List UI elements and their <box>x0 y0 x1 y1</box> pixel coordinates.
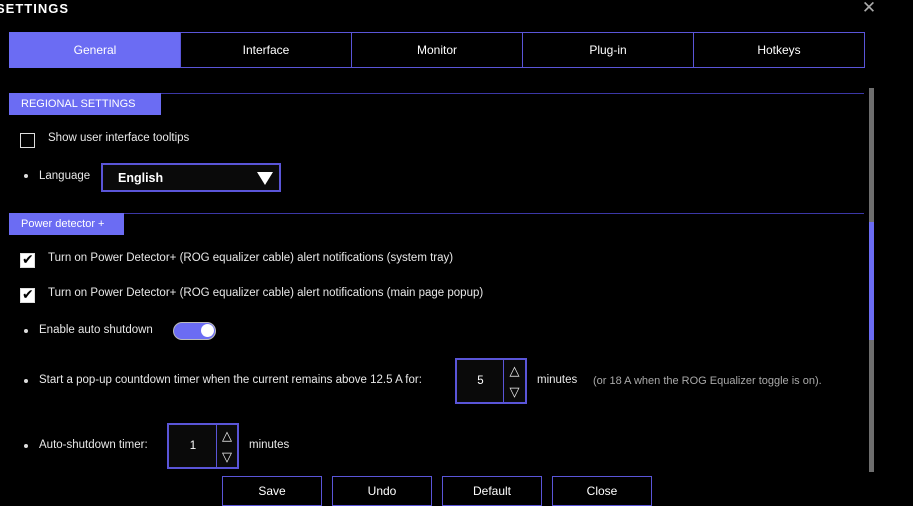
language-select-value: English <box>118 171 164 185</box>
tab-interface[interactable]: Interface <box>180 32 352 68</box>
countdown-value: 5 <box>477 375 484 387</box>
bullet <box>24 174 28 178</box>
section-header-power: Power detector + <box>9 213 124 235</box>
tab-plug-in[interactable]: Plug-in <box>522 32 694 68</box>
tooltips-label: Show user interface tooltips <box>48 132 190 144</box>
countdown-note: (or 18 A when the ROG Equalizer toggle i… <box>593 375 822 387</box>
close-icon[interactable]: ✕ <box>860 0 878 17</box>
countdown-stepper[interactable]: 5 △ ▽ <box>455 358 527 404</box>
dropdown-arrow-icon <box>257 172 273 185</box>
stepper-buttons: △ ▽ <box>503 360 525 402</box>
decrement-arrow-icon[interactable]: ▽ <box>504 381 525 402</box>
section-header-regional: REGIONAL SETTINGS <box>9 93 161 115</box>
bullet <box>24 379 28 383</box>
auto-shutdown-toggle[interactable] <box>173 322 216 340</box>
shutdown-timer-value: 1 <box>189 440 197 452</box>
notify-popup-checkbox[interactable]: ✔ <box>20 286 35 303</box>
scrollbar-thumb[interactable] <box>869 222 874 340</box>
shutdown-timer-label: Auto-shutdown timer: <box>39 439 148 451</box>
increment-arrow-icon[interactable]: △ <box>217 425 237 446</box>
auto-shutdown-label: Enable auto shutdown <box>39 324 153 336</box>
shutdown-timer-stepper[interactable]: 1 △ ▽ <box>167 423 239 469</box>
language-label: Language <box>39 170 91 182</box>
notify-tray-label: Turn on Power Detector+ (ROG equalizer c… <box>48 252 454 264</box>
window-title: SETTINGS <box>0 1 70 16</box>
checkmark-icon: ✔ <box>22 251 34 267</box>
notify-popup-label: Turn on Power Detector+ (ROG equalizer c… <box>48 287 484 299</box>
tooltips-checkbox[interactable] <box>20 133 35 148</box>
stepper-buttons: △ ▽ <box>216 425 237 467</box>
section-divider <box>9 213 864 214</box>
checkmark-icon: ✔ <box>22 286 34 302</box>
bullet <box>24 444 28 448</box>
decrement-arrow-icon[interactable]: ▽ <box>217 446 237 467</box>
language-select[interactable]: English <box>101 163 281 192</box>
toggle-knob <box>201 324 214 337</box>
tab-general[interactable]: General <box>9 32 181 68</box>
shutdown-timer-unit: minutes <box>249 439 290 451</box>
increment-arrow-icon[interactable]: △ <box>504 360 525 381</box>
tab-hotkeys[interactable]: Hotkeys <box>693 32 865 68</box>
countdown-label: Start a pop-up countdown timer when the … <box>39 374 422 386</box>
notify-tray-checkbox[interactable]: ✔ <box>20 251 35 268</box>
tab-monitor[interactable]: Monitor <box>351 32 523 68</box>
bullet <box>24 329 28 333</box>
tab-bar: General Interface Monitor Plug-in Hotkey… <box>9 32 865 68</box>
countdown-unit: minutes <box>537 374 578 386</box>
